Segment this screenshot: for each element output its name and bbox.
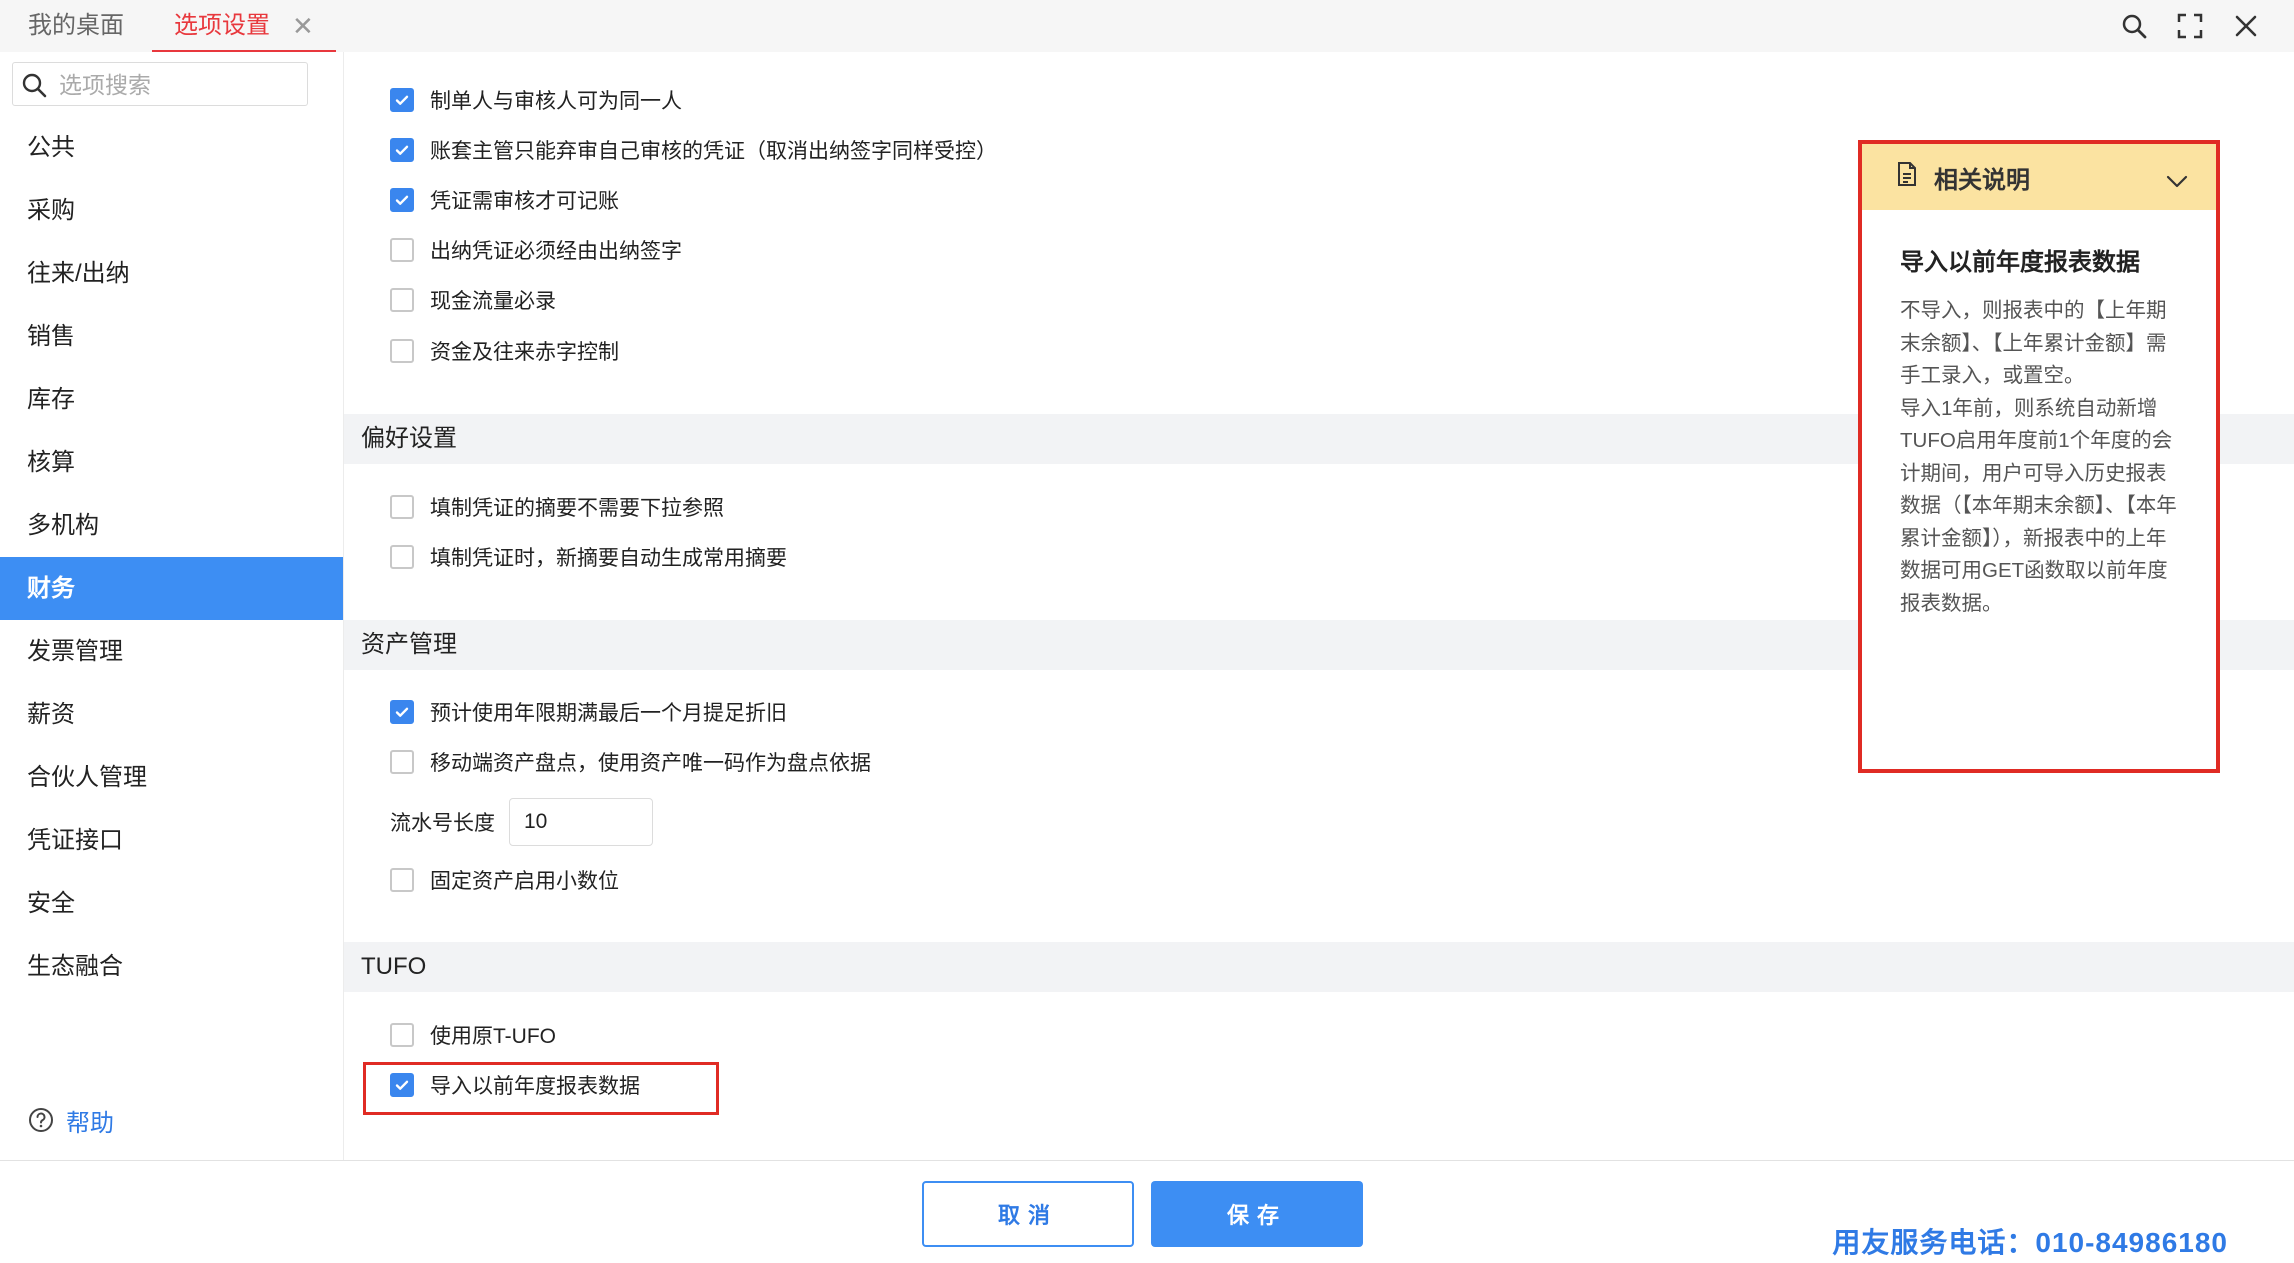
sidebar-item-partner[interactable]: 合伙人管理 — [0, 746, 343, 809]
option-supervisor-unreview-own[interactable]: 账套主管只能弃审自己审核的凭证（取消出纳签字同样受控） — [390, 133, 997, 167]
option-label: 移动端资产盘点，使用资产唯一码作为盘点依据 — [430, 752, 871, 775]
option-label: 凭证需审核才可记账 — [430, 190, 619, 213]
option-label: 固定资产启用小数位 — [430, 870, 619, 893]
option-label: 资金及往来赤字控制 — [430, 341, 619, 364]
related-info-panel: 相关说明 导入以前年度报表数据 不导入，则报表中的【上年期末余额】、【上年累计金… — [1858, 140, 2220, 773]
sidebar-item-inventory[interactable]: 库存 — [0, 368, 343, 431]
option-label: 导入以前年度报表数据 — [430, 1075, 640, 1098]
option-label: 使用原T-UFO — [430, 1025, 556, 1048]
option-review-before-posting[interactable]: 凭证需审核才可记账 — [390, 183, 619, 217]
fullscreen-icon[interactable] — [2162, 0, 2218, 52]
sidebar-item-voucher-interface[interactable]: 凭证接口 — [0, 809, 343, 872]
tab-label: 选项设置 — [174, 12, 270, 39]
help-topic-title: 导入以前年度报表数据 — [1900, 249, 2140, 276]
option-label: 预计使用年限期满最后一个月提足折旧 — [430, 702, 787, 725]
option-label: 制单人与审核人可为同一人 — [430, 90, 682, 113]
sidebar-item-sales[interactable]: 销售 — [0, 305, 343, 368]
checkbox-unchecked-icon[interactable] — [390, 288, 414, 312]
cancel-button[interactable]: 取消 — [922, 1181, 1134, 1247]
checkbox-unchecked-icon[interactable] — [390, 339, 414, 363]
sidebar-item-invoice[interactable]: 发票管理 — [0, 620, 343, 683]
option-search-input[interactable] — [57, 69, 301, 101]
tab-close-icon[interactable]: ✕ — [292, 0, 314, 52]
window-controls — [2106, 0, 2274, 52]
option-cashier-sign[interactable]: 出纳凭证必须经由出纳签字 — [390, 233, 682, 267]
related-info-header[interactable]: 相关说明 — [1862, 144, 2216, 210]
option-import-prior-year-reports[interactable]: 导入以前年度报表数据 — [390, 1068, 640, 1102]
related-info-title: 相关说明 — [1934, 166, 2030, 194]
close-icon[interactable] — [2218, 0, 2274, 52]
sidebar-item-security[interactable]: 安全 — [0, 872, 343, 935]
section-header-tufo: TUFO — [344, 942, 2294, 992]
checkbox-checked-icon[interactable] — [390, 138, 414, 162]
footer: 取消 保存 用友服务电话：010-84986180 — [0, 1160, 2294, 1263]
sidebar-item-receivables-cashier[interactable]: 往来/出纳 — [0, 242, 343, 305]
search-icon[interactable] — [2106, 0, 2162, 52]
checkbox-checked-icon[interactable] — [390, 188, 414, 212]
help-topic-body: 不导入，则报表中的【上年期末余额】、【上年累计金额】需手工录入，或置空。 导入1… — [1900, 299, 2177, 615]
sidebar-item-public[interactable]: 公共 — [0, 116, 343, 179]
sidebar: 公共 采购 往来/出纳 销售 库存 核算 多机构 财务 发票管理 薪资 合伙人管… — [0, 52, 344, 1160]
service-hotline: 用友服务电话：010-84986180 — [1832, 1227, 2228, 1258]
serial-length-field: 流水号长度 — [390, 798, 653, 846]
save-button[interactable]: 保存 — [1151, 1181, 1363, 1247]
checkbox-unchecked-icon[interactable] — [390, 750, 414, 774]
sidebar-item-accounting[interactable]: 核算 — [0, 431, 343, 494]
tab-home[interactable]: 我的桌面 — [28, 0, 124, 50]
sidebar-nav: 公共 采购 往来/出纳 销售 库存 核算 多机构 财务 发票管理 薪资 合伙人管… — [0, 116, 343, 998]
checkbox-unchecked-icon[interactable] — [390, 1023, 414, 1047]
option-full-depreciation-last-month[interactable]: 预计使用年限期满最后一个月提足折旧 — [390, 695, 787, 729]
sidebar-item-finance[interactable]: 财务 — [0, 557, 343, 620]
option-label: 出纳凭证必须经由出纳签字 — [430, 240, 682, 263]
option-summary-no-dropdown[interactable]: 填制凭证的摘要不需要下拉参照 — [390, 490, 724, 524]
checkbox-unchecked-icon[interactable] — [390, 238, 414, 262]
help-link[interactable]: 帮助 — [28, 1100, 114, 1140]
sidebar-item-multi-org[interactable]: 多机构 — [0, 494, 343, 557]
checkbox-unchecked-icon[interactable] — [390, 545, 414, 569]
serial-length-label: 流水号长度 — [390, 812, 495, 835]
tab-options-settings[interactable]: 选项设置 ✕ — [152, 0, 336, 54]
checkbox-checked-icon[interactable] — [390, 88, 414, 112]
search-icon — [21, 72, 47, 103]
option-auto-common-summary[interactable]: 填制凭证时，新摘要自动生成常用摘要 — [390, 540, 787, 574]
option-label: 账套主管只能弃审自己审核的凭证（取消出纳签字同样受控） — [430, 140, 997, 163]
chevron-down-icon[interactable] — [2166, 168, 2188, 196]
checkbox-checked-icon[interactable] — [390, 700, 414, 724]
sidebar-item-ecosystem[interactable]: 生态融合 — [0, 935, 343, 998]
option-use-original-tufo[interactable]: 使用原T-UFO — [390, 1018, 556, 1052]
help-label: 帮助 — [66, 1109, 114, 1137]
option-label: 填制凭证的摘要不需要下拉参照 — [430, 497, 724, 520]
option-same-maker-reviewer[interactable]: 制单人与审核人可为同一人 — [390, 83, 682, 117]
tab-bar: 我的桌面 选项设置 ✕ — [0, 0, 2294, 54]
checkbox-unchecked-icon[interactable] — [390, 495, 414, 519]
sidebar-item-payroll[interactable]: 薪资 — [0, 683, 343, 746]
option-mobile-asset-count[interactable]: 移动端资产盘点，使用资产唯一码作为盘点依据 — [390, 745, 871, 779]
option-asset-decimals[interactable]: 固定资产启用小数位 — [390, 863, 619, 897]
option-deficit-control[interactable]: 资金及往来赤字控制 — [390, 334, 619, 368]
document-icon — [1896, 161, 1918, 194]
serial-length-input[interactable] — [509, 798, 653, 846]
sidebar-item-purchase[interactable]: 采购 — [0, 179, 343, 242]
option-label: 现金流量必录 — [430, 290, 556, 313]
checkbox-unchecked-icon[interactable] — [390, 868, 414, 892]
option-label: 填制凭证时，新摘要自动生成常用摘要 — [430, 547, 787, 570]
option-cashflow-required[interactable]: 现金流量必录 — [390, 283, 556, 317]
option-search-box[interactable] — [12, 62, 308, 106]
checkbox-checked-icon[interactable] — [390, 1073, 414, 1097]
help-icon — [29, 1108, 53, 1132]
